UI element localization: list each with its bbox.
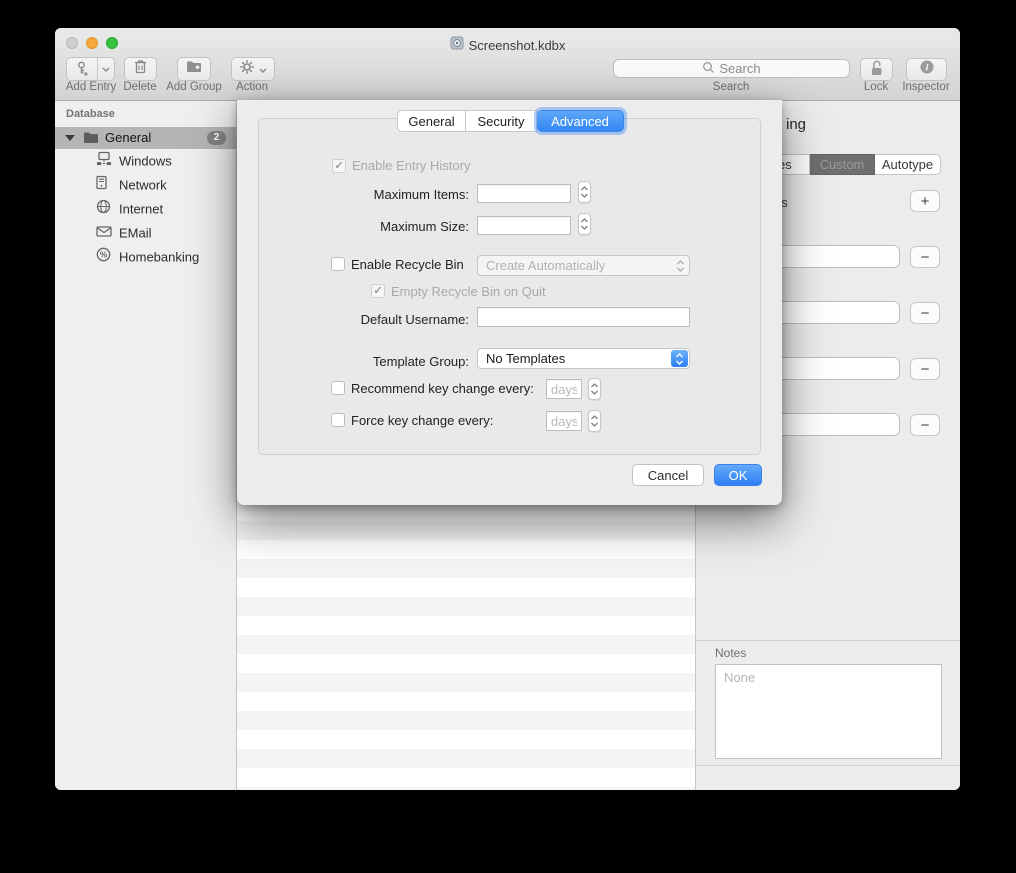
globe-icon [96, 199, 111, 219]
empty-recycle-bin-checkbox: ✓ [371, 284, 385, 298]
add-entry-button[interactable] [66, 57, 115, 81]
remove-custom-field-button[interactable]: − [910, 302, 940, 324]
sidebar-item-label: Homebanking [119, 250, 199, 265]
gear-icon [239, 59, 255, 80]
envelope-icon [96, 224, 112, 242]
recommend-key-change-days-input [546, 379, 582, 399]
lock-button[interactable] [860, 58, 893, 81]
popup-chevrons-icon [676, 259, 685, 276]
window-title-area: Screenshot.kdbx [55, 36, 960, 55]
recommend-key-change-label: Recommend key change every: [351, 381, 534, 396]
percent-icon: % [96, 247, 111, 267]
recommend-key-change-stepper [588, 378, 601, 400]
add-entry-dropdown[interactable] [98, 58, 114, 80]
recommend-key-change-checkbox[interactable] [331, 381, 345, 395]
notes-textarea[interactable] [715, 664, 942, 759]
inspector-label: Inspector [891, 81, 960, 93]
titlebar-toolbar: Screenshot.kdbx Add Entry Delete Add Gro… [55, 28, 960, 101]
add-group-button[interactable] [177, 57, 211, 81]
template-group-label: Template Group: [277, 351, 469, 372]
maximum-size-stepper[interactable] [578, 213, 591, 235]
sidebar-item-label: Windows [119, 154, 172, 169]
lock-icon [869, 59, 884, 81]
sidebar-item-label: Network [119, 178, 167, 193]
enable-entry-history-checkbox: ✓ [332, 159, 346, 173]
force-key-change-days-input [546, 411, 582, 431]
maximum-size-label: Maximum Size: [277, 217, 469, 236]
server-icon [96, 176, 107, 195]
sidebar-item-network[interactable]: Network [55, 173, 236, 197]
maximum-items-label: Maximum Items: [277, 185, 469, 204]
sidebar-item-homebanking[interactable]: % Homebanking [55, 245, 236, 269]
enable-entry-history-label: Enable Entry History [352, 158, 471, 173]
sidebar-item-email[interactable]: EMail [55, 221, 236, 245]
sidebar-item-label: Internet [119, 202, 163, 217]
add-group-label: Add Group [159, 81, 229, 93]
sidebar-item-windows[interactable]: Windows [55, 149, 236, 173]
inspector-title: ing [786, 116, 806, 133]
settings-tabbar: General Security Advanced [397, 110, 624, 132]
popup-value: Create Automatically [486, 256, 605, 275]
maximum-size-input[interactable] [477, 216, 571, 235]
tab-advanced[interactable]: Advanced [537, 110, 624, 132]
enable-recycle-bin-label: Enable Recycle Bin [351, 257, 464, 272]
divider [696, 640, 960, 641]
tab-security[interactable]: Security [466, 110, 537, 132]
remove-custom-field-button[interactable]: − [910, 246, 940, 268]
default-username-label: Default Username: [277, 310, 469, 330]
ok-button[interactable]: OK [714, 464, 762, 486]
sidebar-item-internet[interactable]: Internet [55, 197, 236, 221]
info-icon: i [919, 59, 935, 80]
maximum-items-input[interactable] [477, 184, 571, 203]
chevron-down-icon [259, 60, 267, 78]
delete-label: Delete [115, 81, 165, 93]
search-input[interactable]: Search [613, 59, 850, 78]
enable-recycle-bin-checkbox[interactable] [331, 257, 345, 271]
workstation-icon [96, 152, 112, 171]
folder-plus-icon [186, 60, 202, 78]
search-icon [702, 61, 715, 77]
cancel-button[interactable]: Cancel [632, 464, 704, 486]
add-custom-field-button[interactable]: + [910, 190, 940, 212]
recycle-bin-mode-popup: Create Automatically [477, 255, 690, 276]
remove-custom-field-button[interactable]: − [910, 414, 940, 436]
window-title: Screenshot.kdbx [469, 38, 566, 53]
sidebar-item-label: General [105, 130, 151, 145]
search-label: Search [681, 81, 781, 93]
key-plus-icon [67, 58, 98, 80]
entry-count-badge: 2 [207, 131, 226, 145]
default-username-input[interactable] [477, 307, 690, 327]
svg-text:%: % [100, 250, 108, 260]
sidebar-section-header: Database [66, 108, 115, 120]
tab-general[interactable]: General [397, 110, 466, 132]
inspector-button[interactable]: i [906, 58, 947, 81]
divider [696, 765, 960, 766]
action-button[interactable] [231, 57, 275, 81]
sidebar: Database General 2 Windows Network Inter… [55, 101, 237, 790]
empty-recycle-bin-label: Empty Recycle Bin on Quit [391, 284, 546, 299]
delete-button[interactable] [124, 57, 157, 81]
template-group-popup[interactable]: No Templates [477, 348, 690, 369]
inspector-tab-custom[interactable]: Custom [810, 154, 875, 175]
disclosure-triangle-icon[interactable] [65, 135, 75, 141]
popup-value: No Templates [486, 349, 565, 368]
notes-label: Notes [715, 646, 746, 660]
force-key-change-checkbox[interactable] [331, 413, 345, 427]
inspector-tab-autotype[interactable]: Autotype [875, 154, 941, 175]
force-key-change-stepper [588, 410, 601, 432]
trash-icon [134, 59, 147, 79]
svg-text:i: i [925, 62, 928, 73]
sidebar-item-general[interactable]: General 2 [55, 127, 236, 149]
popup-chevrons-icon [671, 350, 688, 367]
search-placeholder: Search [719, 61, 760, 76]
remove-custom-field-button[interactable]: − [910, 358, 940, 380]
sidebar-item-label: EMail [119, 226, 152, 241]
action-label: Action [227, 81, 277, 93]
document-icon [450, 36, 464, 55]
database-settings-dialog: General Security Advanced ✓ Enable Entry… [237, 100, 782, 505]
folder-icon [83, 131, 99, 149]
app-window: Screenshot.kdbx Add Entry Delete Add Gro… [55, 28, 960, 790]
maximum-items-stepper[interactable] [578, 181, 591, 203]
force-key-change-label: Force key change every: [351, 413, 493, 428]
